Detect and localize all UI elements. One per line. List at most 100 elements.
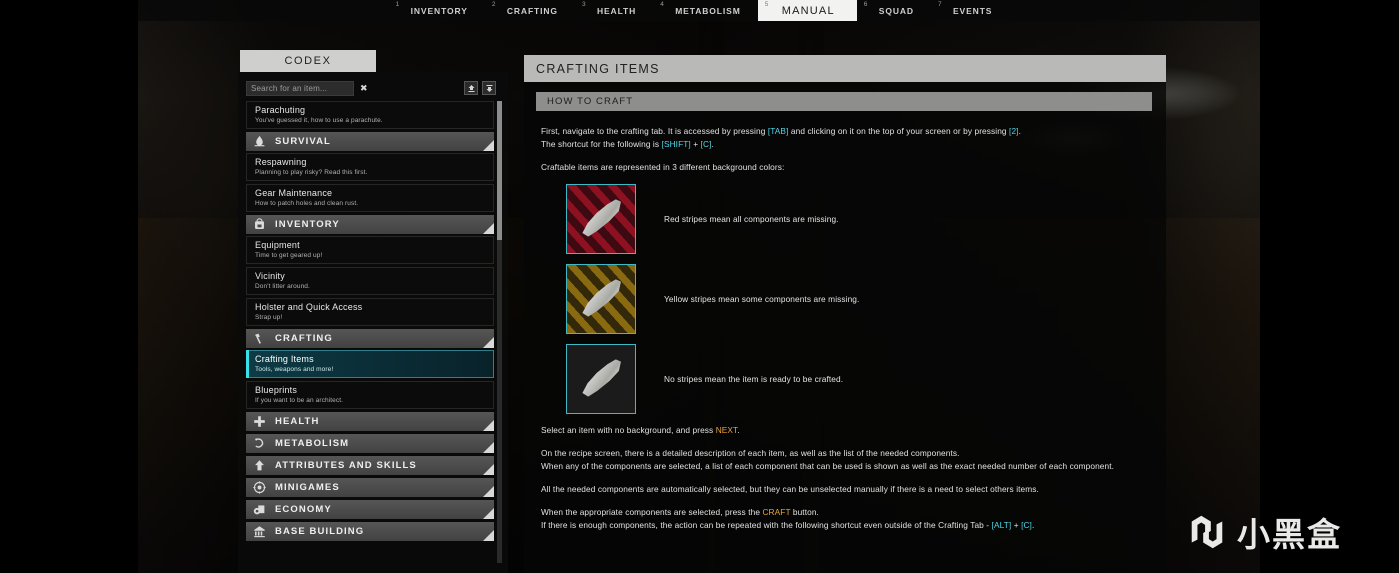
resize-corner-icon — [483, 337, 494, 348]
section-header-label: HOW TO CRAFT — [547, 96, 634, 107]
codex-category-metabolism[interactable]: METABOLISM — [246, 434, 494, 453]
main-header: CRAFTING ITEMS — [524, 55, 1166, 82]
resize-corner-icon — [483, 508, 494, 519]
resize-corner-icon — [483, 486, 494, 497]
codex-entry[interactable]: Parachuting You've guessed it, how to use… — [246, 101, 494, 129]
stomach-icon — [252, 436, 267, 451]
coins-icon — [252, 502, 267, 517]
entry-description: Tools, weapons and more! — [255, 366, 334, 373]
game-screen: 1 INVENTORY 2 CRAFTING 3 HEALTH 4 METABOLISM 5 MA… — [0, 0, 1399, 573]
tab-label: INVENTORY — [410, 5, 468, 16]
codex-panel: CODEX Search for an item... ✖ Parachutin… — [238, 50, 508, 573]
tab-crafting[interactable]: 2 CRAFTING — [485, 0, 575, 21]
letterbox-left — [0, 0, 138, 573]
tab-label: METABOLISM — [675, 5, 741, 16]
item-tile-red[interactable] — [566, 184, 636, 254]
codex-category-minigames[interactable]: MINIGAMES — [246, 478, 494, 497]
codex-entry[interactable]: Vicinity Don't litter around. — [246, 267, 494, 295]
tab-squad[interactable]: 6 SQUAD — [857, 0, 931, 21]
letterbox-right — [1260, 0, 1399, 573]
category-label: METABOLISM — [275, 438, 350, 449]
resize-corner-icon — [483, 442, 494, 453]
tab-number: 5 — [764, 1, 770, 8]
entry-title: Gear Maintenance — [255, 188, 333, 198]
item-tile-none[interactable] — [566, 344, 636, 414]
codex-entry[interactable]: Gear Maintenance How to patch holes and c… — [246, 184, 494, 212]
category-label: INVENTORY — [275, 219, 340, 230]
backpack-icon — [252, 217, 267, 232]
hammer-icon — [252, 331, 267, 346]
tree-toggle-buttons — [464, 81, 504, 95]
expand-all-button[interactable] — [482, 81, 496, 95]
codex-entry[interactable]: Equipment Time to get geared up! — [246, 236, 494, 264]
resize-corner-icon — [483, 140, 494, 151]
codex-scrollbar[interactable] — [497, 101, 502, 563]
craft-label: CRAFT — [762, 507, 791, 517]
category-label: ECONOMY — [275, 504, 332, 515]
tab-inventory[interactable]: 1 INVENTORY — [389, 0, 485, 21]
tab-health[interactable]: 3 HEALTH — [575, 0, 653, 21]
codex-category-crafting[interactable]: CRAFTING — [246, 329, 494, 348]
codex-category-inventory[interactable]: INVENTORY — [246, 215, 494, 234]
codex-tree[interactable]: Parachuting You've guessed it, how to use… — [244, 101, 504, 563]
codex-scrollbar-thumb[interactable] — [497, 101, 502, 240]
codex-entry[interactable]: Crafting Items Tools, weapons and more! — [246, 350, 494, 378]
codex-category-attributes-and-skills[interactable]: ATTRIBUTES AND SKILLS — [246, 456, 494, 475]
p8-text-c: . — [1031, 520, 1035, 530]
search-input[interactable]: Search for an item... — [246, 80, 354, 96]
tab-manual[interactable]: 5 MANUAL — [757, 0, 857, 21]
key-2: [2] — [1009, 126, 1019, 136]
entry-title: Parachuting — [255, 105, 306, 115]
p1-text-d: The shortcut for the following is — [541, 139, 662, 149]
legend-text: Yellow stripes mean some components are … — [664, 294, 860, 304]
tab-events[interactable]: 7 EVENTS — [931, 0, 1009, 21]
codex-entry[interactable]: Holster and Quick Access Strap up! — [246, 298, 494, 326]
tab-label: EVENTS — [952, 5, 993, 16]
tab-metabolism[interactable]: 4 METABOLISM — [653, 0, 758, 21]
legend-row: No stripes mean the item is ready to be … — [566, 344, 1152, 414]
codex-entry[interactable]: Respawning Planning to play risky? Read t… — [246, 153, 494, 181]
p3-text-a: Select an item with no background, and p… — [541, 425, 716, 435]
target-icon — [252, 480, 267, 495]
paragraph-navigate: First, navigate to the crafting tab. It … — [536, 125, 1152, 151]
legend-row: Yellow stripes mean some components are … — [566, 264, 1152, 334]
codex-category-health[interactable]: HEALTH — [246, 412, 494, 431]
p5-text: When any of the components are selected,… — [541, 461, 1115, 471]
item-tile-yel[interactable] — [566, 264, 636, 334]
category-label: BASE BUILDING — [275, 526, 365, 537]
collapse-all-button[interactable] — [464, 81, 478, 95]
resize-corner-icon — [483, 464, 494, 475]
paragraph-craft: When the appropriate components are sele… — [536, 506, 1152, 532]
tab-number: 1 — [395, 1, 401, 8]
clear-search-icon[interactable]: ✖ — [360, 83, 368, 94]
entry-title: Crafting Items — [255, 354, 314, 364]
legend-text: No stripes mean the item is ready to be … — [664, 374, 844, 384]
entry-description: Strap up! — [255, 314, 283, 321]
cross-icon — [252, 414, 267, 429]
p1-text-e: + — [690, 139, 701, 149]
codex-category-survival[interactable]: SURVIVAL — [246, 132, 494, 151]
legend-text: Red stripes mean all components are miss… — [664, 214, 839, 224]
key-c-2: [C] — [1021, 520, 1032, 530]
codex-category-economy[interactable]: ECONOMY — [246, 500, 494, 519]
tab-number: 4 — [660, 1, 665, 8]
stone-item-icon — [575, 356, 629, 399]
main-content: HOW TO CRAFT First, navigate to the craf… — [524, 82, 1166, 573]
p3-text-b: . — [737, 425, 740, 435]
search-row: Search for an item... ✖ — [246, 80, 504, 96]
codex-category-base-building[interactable]: BASE BUILDING — [246, 522, 494, 541]
tab-label: CRAFTING — [506, 5, 558, 16]
watermark-logo-icon — [1191, 515, 1223, 549]
key-shift: [SHIFT] — [661, 139, 691, 149]
tab-number: 7 — [937, 1, 943, 8]
p8-text-a: If there is enough components, the actio… — [541, 520, 992, 530]
entry-description: Time to get geared up! — [255, 252, 323, 259]
key-tab: [TAB] — [767, 126, 789, 136]
category-label: CRAFTING — [275, 333, 333, 344]
tab-list: 1 INVENTORY 2 CRAFTING 3 HEALTH 4 METABOLISM 5 MA… — [389, 0, 1010, 21]
codex-entry[interactable]: Blueprints If you want to be an architect… — [246, 381, 494, 409]
tab-number: 2 — [491, 1, 497, 8]
entry-description: How to patch holes and clean rust. — [255, 200, 359, 207]
resize-corner-icon — [483, 420, 494, 431]
entry-title: Respawning — [255, 157, 307, 167]
